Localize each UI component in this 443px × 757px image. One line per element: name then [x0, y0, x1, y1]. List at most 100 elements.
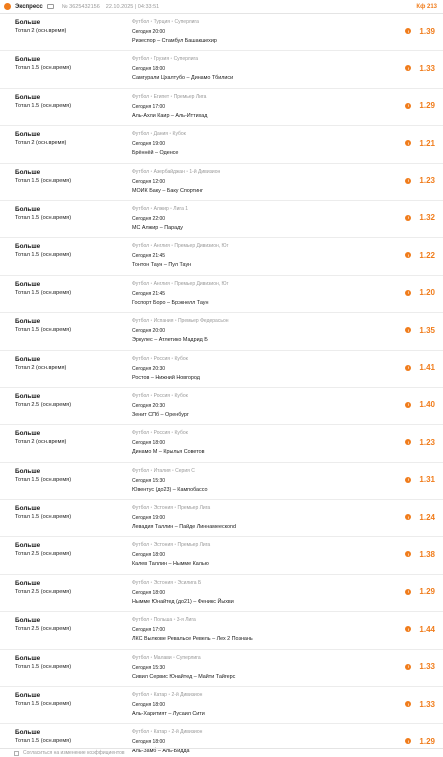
- bet-row[interactable]: Больше Тотал 1.5 (осн.время) Футбол • Ма…: [0, 650, 443, 688]
- odds-value: 1.31: [419, 475, 435, 485]
- bet-row[interactable]: Больше Тотал 1.5 (осн.время) Футбол • Ан…: [0, 276, 443, 314]
- event-teams[interactable]: Ювентус (до23) – Кампобассо: [132, 486, 387, 495]
- bet-title: Больше: [15, 579, 41, 587]
- country-label: Алжир: [153, 205, 169, 212]
- country-label: Англия: [153, 280, 170, 287]
- odds-value: 1.41: [419, 363, 435, 373]
- league-label: Суперлига: [174, 19, 199, 25]
- bet-event: Футбол • Англия • Премьер Дивизион, Юг С…: [132, 241, 387, 270]
- odds-value: 1.40: [419, 400, 435, 410]
- bet-row[interactable]: Больше Тотал 1.5 (осн.время) Футбол • Ис…: [0, 313, 443, 351]
- event-teams[interactable]: Аль-Харитият – Лусаил Сити: [132, 710, 387, 719]
- bet-row[interactable]: Больше Тотал 1.5 (осн.время) Футбол • Ка…: [0, 687, 443, 725]
- bet-row[interactable]: Больше Тотал 2 (осн.время) Футбол • Росс…: [0, 425, 443, 463]
- bet-row[interactable]: Больше Тотал 2.5 (осн.время) Футбол • По…: [0, 612, 443, 650]
- event-teams[interactable]: МС Алжир – Парадy: [132, 224, 387, 233]
- bet-row[interactable]: Больше Тотал 1.5 (осн.время) Футбол • Гр…: [0, 51, 443, 89]
- league-label: Эсилига Б: [177, 579, 202, 586]
- checkbox-icon[interactable]: [14, 750, 19, 756]
- bet-market: Тотал 2.5 (осн.время): [15, 401, 72, 408]
- bet-odds: ! 1.29: [387, 92, 435, 120]
- bet-row[interactable]: Больше Тотал 2 (осн.время) Футбол • Дани…: [0, 126, 443, 164]
- bet-outcome: Больше Тотал 1.5 (осн.время): [15, 316, 132, 335]
- event-teams[interactable]: Самгурали Цхалтубо – Динамо Тбилиси: [132, 74, 387, 83]
- country-label: Египет: [153, 93, 170, 100]
- event-time: Сегодня 20:30: [132, 402, 166, 409]
- bet-row[interactable]: Больше Тотал 1.5 (осн.время) Футбол • Ег…: [0, 89, 443, 127]
- event-teams[interactable]: Брённёй – Оденсе: [132, 149, 387, 158]
- event-teams[interactable]: Сивил Сервис Юнайтед – Майти Тайгерс: [132, 673, 387, 682]
- accept-odds-change[interactable]: Согласиться на изменение коэффициентов: [0, 748, 443, 757]
- event-league: Футбол • Турция • Суперлига: [132, 18, 387, 26]
- sport-label: Футбол: [132, 168, 150, 175]
- bet-event: Футбол • Алжир • Лига 1 Сегодня 22:00 МС…: [132, 204, 387, 233]
- event-teams[interactable]: Эркулес – Атлетико Мадрид Б: [132, 336, 387, 345]
- league-label: Суперлига: [176, 654, 201, 661]
- sport-label: Футбол: [132, 280, 150, 287]
- event-league: Футбол • Алжир • Лига 1: [132, 205, 387, 213]
- event-league: Футбол • Азербайджан • 1-й Дивизион: [132, 168, 387, 176]
- copy-icon[interactable]: [46, 4, 54, 9]
- league-label: Серия С: [175, 467, 195, 474]
- clock-icon: !: [405, 252, 412, 259]
- event-teams[interactable]: ЛКС Вылкове Ревальсе Ревель – Лех 2 Позн…: [132, 635, 387, 644]
- bet-odds: ! 1.23: [387, 428, 435, 456]
- bet-event: Футбол • Дания • Кубок Сегодня 19:00 Брё…: [132, 129, 387, 158]
- bet-row[interactable]: Больше Тотал 1.5 (осн.время) Футбол • Ан…: [0, 238, 443, 276]
- country-label: Азербайджан: [153, 168, 185, 175]
- bet-row[interactable]: Больше Тотал 1.5 (осн.время) Футбол • Аз…: [0, 164, 443, 201]
- event-teams[interactable]: Ростов – Нижний Новгород: [132, 374, 387, 383]
- event-teams[interactable]: Зенит СПб – Оренбург: [132, 411, 387, 420]
- sport-label: Футбол: [132, 617, 150, 624]
- event-teams[interactable]: Калев Таллин – Нымме Калью: [132, 560, 387, 569]
- bet-row[interactable]: Больше Тотал 2 (осн.время) Футбол • Росс…: [0, 351, 443, 388]
- ticket-datetime: 22.10.2025 | 04:33:51: [105, 3, 160, 10]
- event-teams[interactable]: Тонтон Таун – Пул Таун: [132, 261, 387, 270]
- event-time: Сегодня 19:00: [132, 141, 166, 148]
- bet-outcome: Больше Тотал 2.5 (осн.время): [15, 578, 132, 597]
- event-league: Футбол • Польша • 3-я Лига: [132, 616, 387, 624]
- bet-row[interactable]: Больше Тотал 1.5 (осн.время) Футбол • Эс…: [0, 500, 443, 538]
- bet-outcome: Больше Тотал 2.5 (осн.время): [15, 615, 132, 634]
- bet-outcome: Больше Тотал 1.5 (осн.время): [15, 167, 132, 186]
- clock-icon: !: [405, 439, 412, 446]
- event-teams[interactable]: Динамо М – Крылья Советов: [132, 448, 387, 457]
- event-teams[interactable]: Ризеспор – Стамбул Башакшехир: [132, 37, 387, 46]
- bet-row[interactable]: Больше Тотал 2 (осн.время) Футбол • Турц…: [0, 14, 443, 52]
- bet-title: Больше: [15, 318, 41, 326]
- bet-odds: ! 1.31: [387, 466, 435, 494]
- country-label: Эстония: [153, 542, 173, 549]
- country-label: Турция: [153, 19, 170, 25]
- event-teams[interactable]: Левадия Таллин – Пайде Линнамеескond: [132, 523, 387, 532]
- league-label: 2-й Дивизион: [171, 692, 203, 699]
- clock-icon: !: [405, 364, 412, 371]
- odds-value: 1.39: [419, 26, 435, 36]
- bet-list: Больше Тотал 2 (осн.время) Футбол • Турц…: [0, 14, 443, 757]
- event-teams[interactable]: Нымме Юнайтед (до21) – Феникс Йыхви: [132, 598, 387, 607]
- bet-event: Футбол • Грузия • Суперлига Сегодня 18:0…: [132, 54, 387, 83]
- event-time: Сегодня 20:00: [132, 328, 166, 335]
- event-teams[interactable]: Аль-Ахли Каир – Аль-Иттихад: [132, 112, 387, 121]
- clock-icon: !: [405, 514, 412, 521]
- event-teams[interactable]: МОИК Баку – Баку Спортинг: [132, 187, 387, 196]
- event-league: Футбол • Эстония • Премьер Лига: [132, 504, 387, 512]
- bet-row[interactable]: Больше Тотал 1.5 (осн.время) Футбол • Ал…: [0, 201, 443, 239]
- sport-label: Футбол: [132, 205, 150, 212]
- bet-odds: ! 1.29: [387, 578, 435, 606]
- bet-outcome: Больше Тотал 2 (осн.время): [15, 17, 132, 36]
- bet-row[interactable]: Больше Тотал 1.5 (осн.время) Футбол • Ит…: [0, 463, 443, 501]
- league-label: Премьер Дивизион, Юг: [174, 280, 229, 287]
- event-time: Сегодня 21:45: [132, 253, 166, 260]
- event-league: Футбол • Дания • Кубок: [132, 130, 387, 138]
- bet-row[interactable]: Больше Тотал 2.5 (осн.время) Футбол • Ро…: [0, 388, 443, 426]
- bet-outcome: Больше Тотал 2.5 (осн.время): [15, 540, 132, 559]
- bet-odds: ! 1.40: [387, 391, 435, 419]
- bet-title: Больше: [15, 430, 41, 438]
- bet-odds: ! 1.21: [387, 129, 435, 157]
- bet-market: Тотал 1.5 (осн.время): [15, 289, 72, 296]
- bet-row[interactable]: Больше Тотал 2.5 (осн.время) Футбол • Эс…: [0, 537, 443, 575]
- odds-value: 1.24: [419, 512, 435, 522]
- bet-row[interactable]: Больше Тотал 2.5 (осн.время) Футбол • Эс…: [0, 575, 443, 613]
- event-time: Сегодня 18:00: [132, 440, 166, 447]
- event-teams[interactable]: Госпорт Боро – Брэкнелл Таун: [132, 299, 387, 308]
